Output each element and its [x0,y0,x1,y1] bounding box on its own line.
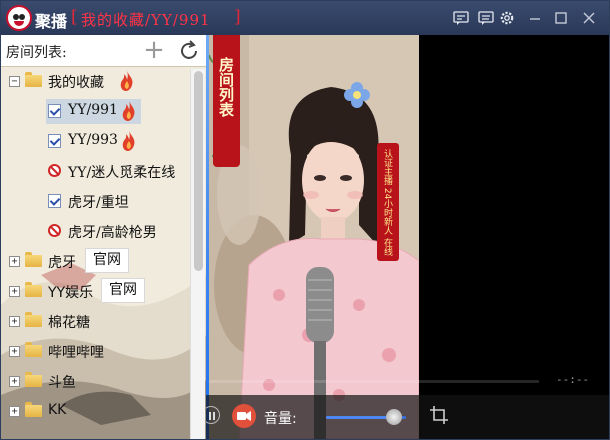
room-list-banner-text: 房间列表 [217,57,235,117]
tree-item-label: 斗鱼 [48,375,76,391]
tree-item-label: YY娱乐 [48,285,94,301]
official-site-badge[interactable]: 官网 [85,248,129,273]
scroll-thumb[interactable] [194,71,203,271]
folder-icon [25,72,42,87]
room-list-scrollbar[interactable] [190,69,205,439]
tree-item-label: 哔哩哔哩 [48,345,104,361]
room-item[interactable]: YY/991 [1,97,191,125]
expand-icon[interactable]: + [9,346,20,357]
room-item[interactable]: 虎牙/高龄枪男 [1,217,191,245]
close-icon[interactable] [581,10,597,26]
title-bracket-right: ] [234,7,241,27]
current-room-title: 我的收藏/YY/991 [81,11,211,29]
pause-button[interactable] [206,406,220,424]
maximize-icon[interactable] [553,10,569,26]
chat-icon[interactable] [453,10,469,26]
tree-item-label: YY/迷人觅柔在线 [68,165,176,181]
room-list-panel: 房间列表: + − 我的收藏 YY/991 YY/993 YY/迷人觅柔在线 虎牙/重坦虎… [1,35,206,439]
app-name: 聚播 [35,12,68,31]
room-folder[interactable]: + 斗鱼 [1,367,191,395]
offline-icon [48,224,61,237]
title-bracket-left: [ [71,7,78,27]
crop-icon [430,406,448,424]
volume-slider[interactable] [326,409,406,425]
room-folder[interactable]: + YY娱乐 官网 [1,277,191,305]
folder-icon [25,312,42,327]
tree-item-label: KK [48,402,67,418]
camera-icon [237,411,251,421]
tree-item-label: YY/993 [68,132,118,148]
volume-knob[interactable] [386,409,402,425]
checked-icon [48,134,61,148]
expand-icon[interactable]: + [9,256,20,267]
tree-item-label: 棉花糖 [48,315,90,331]
expand-icon[interactable]: + [9,316,20,327]
gear-icon[interactable] [499,10,515,26]
checked-icon [48,194,61,208]
room-list-title: 房间列表: [6,45,67,61]
room-folder[interactable]: + 哔哩哔哩 [1,337,191,365]
official-site-badge[interactable]: 官网 [101,278,145,303]
room-folder[interactable]: + KK [1,397,191,425]
room-item[interactable]: YY/迷人觅柔在线 [1,157,191,185]
tree-item-label: 虎牙/高龄枪男 [68,225,157,241]
tree-item-label: YY/991 [68,102,118,118]
checked-icon [48,104,61,118]
expand-icon[interactable]: + [9,286,20,297]
record-button[interactable] [232,404,256,428]
minimize-icon[interactable] [527,10,543,26]
offline-icon [48,164,61,177]
tree-item-label: 虎牙/重坦 [68,195,129,211]
anchor-badge-banner: 认证主播 24小时新人 在线 [377,143,399,261]
hot-flame-icon [121,130,137,152]
refresh-button[interactable] [177,39,201,63]
crop-button[interactable] [428,404,450,426]
tree-item-label: 我的收藏 [48,75,104,91]
tree-item-label: 虎牙 [48,255,76,271]
room-list-header: 房间列表: + [1,35,206,67]
message-icon[interactable] [478,10,494,26]
hot-flame-icon [119,70,135,92]
add-room-button[interactable]: + [142,37,166,63]
app-logo-icon [6,5,32,31]
folder-icon [25,372,42,387]
folder-icon [25,402,42,417]
room-item[interactable]: YY/993 [1,127,191,155]
video-player[interactable]: 房间列表 认证主播 24小时新人 在线 --:-- 音量: [206,35,609,439]
room-folder[interactable]: + 棉花糖 [1,307,191,335]
time-readout: --:-- [556,373,590,386]
room-list-banner: 房间列表 [213,35,240,167]
collapse-icon[interactable]: − [9,76,20,87]
folder-icon [25,252,42,267]
volume-fill [326,416,394,419]
refresh-icon [181,40,197,59]
live-stream-frame: 房间列表 认证主播 24小时新人 在线 [209,35,419,439]
expand-icon[interactable]: + [9,406,20,417]
folder-icon [25,282,42,297]
pause-icon [209,412,215,420]
hot-flame-icon [121,100,137,122]
room-folder[interactable]: − 我的收藏 [1,67,191,95]
room-item[interactable]: 虎牙/重坦 [1,187,191,215]
expand-icon[interactable]: + [9,376,20,387]
folder-icon [25,342,42,357]
title-bar[interactable]: 聚播 [ 我的收藏/YY/991 ] [1,1,609,35]
app-window: 聚播 [ 我的收藏/YY/991 ] 房间列表: + − 我的收藏 YY/991… [0,0,610,440]
anchor-badge-text: 认证主播 24小时新人 在线 [382,149,392,257]
room-folder[interactable]: + 虎牙 官网 [1,247,191,275]
volume-label: 音量: [264,411,297,427]
progress-bar[interactable] [209,380,539,383]
